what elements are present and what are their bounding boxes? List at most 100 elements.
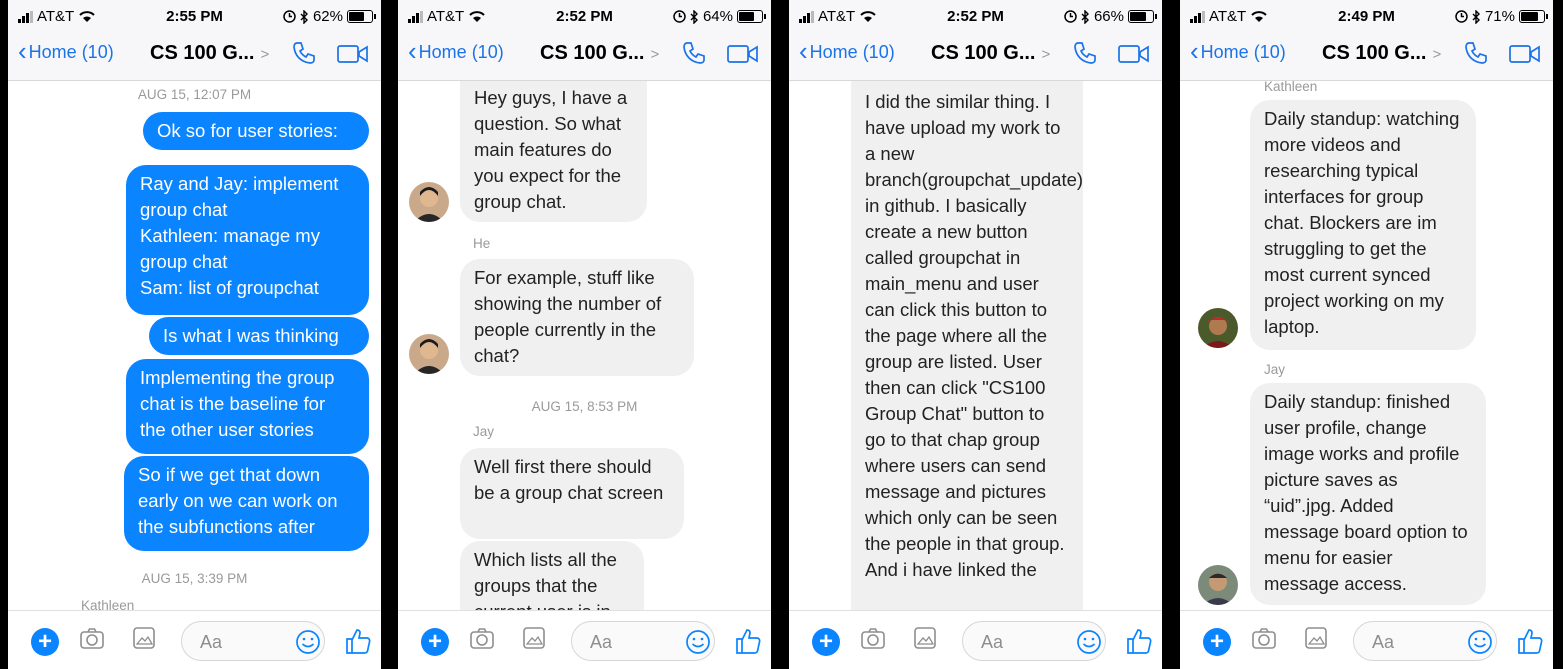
battery-icon bbox=[347, 10, 376, 23]
message-bubble[interactable]: Which lists all the groups that the curr… bbox=[460, 541, 644, 610]
back-button[interactable]: ‹ Home (10) bbox=[1190, 36, 1286, 66]
avatar-photo bbox=[409, 182, 449, 222]
back-button[interactable]: ‹ Home (10) bbox=[799, 36, 895, 66]
back-chevron-icon: ‹ bbox=[1190, 36, 1199, 66]
sender-name: Jay bbox=[473, 424, 495, 439]
video-camera-icon[interactable] bbox=[1118, 44, 1150, 64]
message-bubble[interactable]: Daily standup: finished user profile, ch… bbox=[1250, 383, 1486, 605]
chevron-right-icon: > bbox=[1041, 46, 1051, 63]
sender-name: He bbox=[473, 236, 491, 251]
back-label: Home (10) bbox=[28, 42, 114, 62]
message-input-placeholder: Aa bbox=[590, 632, 613, 652]
camera-icon[interactable] bbox=[859, 625, 887, 653]
message-bubble[interactable]: Ok so for user stories: bbox=[143, 112, 369, 150]
composer-bar: + Aa bbox=[1180, 610, 1553, 669]
message-bubble[interactable]: Hey guys, I have a question. So what mai… bbox=[460, 81, 647, 222]
gallery-icon[interactable] bbox=[913, 625, 937, 651]
phone-icon[interactable] bbox=[1463, 40, 1489, 66]
alarm-icon bbox=[1064, 10, 1077, 23]
smiley-icon[interactable] bbox=[685, 629, 711, 655]
status-bar: AT&T 2:52 PM 64% bbox=[398, 8, 771, 28]
avatar[interactable] bbox=[409, 334, 449, 374]
nav-bar: ‹ Home (10) CS 100 G... > bbox=[1180, 36, 1553, 68]
plus-icon[interactable]: + bbox=[31, 628, 59, 656]
battery-icon bbox=[737, 10, 766, 23]
battery-icon bbox=[1519, 10, 1548, 23]
thumbs-up-icon[interactable] bbox=[344, 627, 372, 655]
phone-screen-1: AT&T 2:55 PM 62% ‹ Home (10) CS 100 G... >… bbox=[8, 0, 381, 669]
avatar-photo bbox=[409, 334, 449, 374]
message-list[interactable]: Kathleen Daily standup: watching more vi… bbox=[1180, 81, 1553, 610]
back-button[interactable]: ‹ Home (10) bbox=[18, 38, 114, 64]
message-bubble[interactable]: Well first there should be a group chat … bbox=[460, 448, 684, 539]
video-camera-icon[interactable] bbox=[1509, 44, 1541, 64]
phone-icon[interactable] bbox=[681, 40, 707, 66]
gallery-icon[interactable] bbox=[522, 625, 546, 651]
avatar[interactable] bbox=[409, 182, 449, 222]
plus-icon[interactable]: + bbox=[421, 628, 449, 656]
message-list[interactable]: I did the similar thing. I have upload m… bbox=[789, 81, 1162, 610]
back-button[interactable]: ‹ Home (10) bbox=[408, 36, 504, 66]
back-chevron-icon: ‹ bbox=[408, 36, 417, 66]
smiley-icon[interactable] bbox=[1076, 629, 1102, 655]
plus-icon[interactable]: + bbox=[812, 628, 840, 656]
phone-screen-4: AT&T 2:49 PM 71% ‹ Home (10) CS 100 G... >… bbox=[1180, 0, 1553, 669]
avatar[interactable] bbox=[1198, 308, 1238, 348]
conversation-title-text: CS 100 G... bbox=[1322, 42, 1427, 64]
message-bubble[interactable]: Daily standup: watching more videos and … bbox=[1250, 100, 1476, 350]
alarm-icon bbox=[1455, 10, 1468, 23]
camera-icon[interactable] bbox=[1250, 625, 1278, 653]
back-label: Home (10) bbox=[809, 42, 895, 62]
composer-bar: + Aa bbox=[789, 610, 1162, 669]
thumbs-up-icon[interactable] bbox=[1125, 627, 1153, 655]
chevron-right-icon: > bbox=[1432, 46, 1442, 63]
video-camera-icon[interactable] bbox=[337, 44, 369, 64]
back-label: Home (10) bbox=[418, 42, 504, 62]
avatar[interactable] bbox=[1198, 565, 1238, 605]
message-input[interactable]: Aa bbox=[571, 621, 715, 661]
camera-icon[interactable] bbox=[78, 625, 106, 653]
smiley-icon[interactable] bbox=[295, 629, 321, 655]
back-chevron-icon: ‹ bbox=[799, 36, 808, 66]
message-bubble[interactable]: I did the similar thing. I have upload m… bbox=[851, 81, 1083, 610]
chevron-right-icon: > bbox=[260, 46, 270, 63]
message-bubble[interactable]: For example, stuff like showing the numb… bbox=[460, 259, 694, 376]
battery-percent: 64% bbox=[702, 8, 733, 25]
phone-screen-2: AT&T 2:52 PM 64% ‹ Home (10) CS 100 G... >… bbox=[398, 0, 771, 669]
status-bar: AT&T 2:52 PM 66% bbox=[789, 8, 1162, 28]
message-input-placeholder: Aa bbox=[200, 632, 223, 652]
message-input[interactable]: Aa bbox=[1353, 621, 1497, 661]
battery-percent: 71% bbox=[1484, 8, 1515, 25]
camera-icon[interactable] bbox=[468, 625, 496, 653]
message-list[interactable]: Hey guys, I have a question. So what mai… bbox=[398, 81, 771, 610]
header: AT&T 2:55 PM 62% ‹ Home (10) CS 100 G... > bbox=[8, 0, 381, 81]
message-bubble[interactable]: Implementing the group chat is the basel… bbox=[126, 359, 369, 454]
message-bubble[interactable]: Ray and Jay: implement group chat Kathle… bbox=[126, 165, 369, 315]
video-camera-icon[interactable] bbox=[727, 44, 759, 64]
thumbs-up-icon[interactable] bbox=[734, 627, 762, 655]
plus-icon[interactable]: + bbox=[1203, 628, 1231, 656]
conversation-title[interactable]: CS 100 G... > bbox=[540, 42, 659, 65]
gallery-icon[interactable] bbox=[132, 625, 156, 651]
message-input[interactable]: Aa bbox=[181, 621, 325, 661]
message-input[interactable]: Aa bbox=[962, 621, 1106, 661]
conversation-title-text: CS 100 G... bbox=[931, 42, 1036, 64]
avatar-photo bbox=[1198, 308, 1238, 348]
message-bubble[interactable]: So if we get that down early on we can w… bbox=[124, 456, 369, 551]
phone-icon[interactable] bbox=[291, 40, 317, 66]
phone-icon[interactable] bbox=[1072, 40, 1098, 66]
conversation-title[interactable]: CS 100 G... > bbox=[931, 42, 1050, 65]
phone-screen-3: AT&T 2:52 PM 66% ‹ Home (10) CS 100 G... >… bbox=[789, 0, 1162, 669]
alarm-icon bbox=[283, 10, 296, 23]
smiley-icon[interactable] bbox=[1467, 629, 1493, 655]
conversation-title[interactable]: CS 100 G... > bbox=[150, 42, 269, 65]
message-bubble[interactable]: Is what I was thinking bbox=[149, 317, 369, 355]
thumbs-up-icon[interactable] bbox=[1516, 627, 1544, 655]
message-list[interactable]: AUG 15, 12:07 PM Ok so for user stories:… bbox=[8, 81, 381, 610]
message-input-placeholder: Aa bbox=[981, 632, 1004, 652]
gallery-icon[interactable] bbox=[1304, 625, 1328, 651]
message-input-placeholder: Aa bbox=[1372, 632, 1395, 652]
timestamp: AUG 15, 12:07 PM bbox=[137, 87, 252, 102]
conversation-title[interactable]: CS 100 G... > bbox=[1322, 42, 1441, 65]
bluetooth-icon bbox=[690, 9, 698, 24]
